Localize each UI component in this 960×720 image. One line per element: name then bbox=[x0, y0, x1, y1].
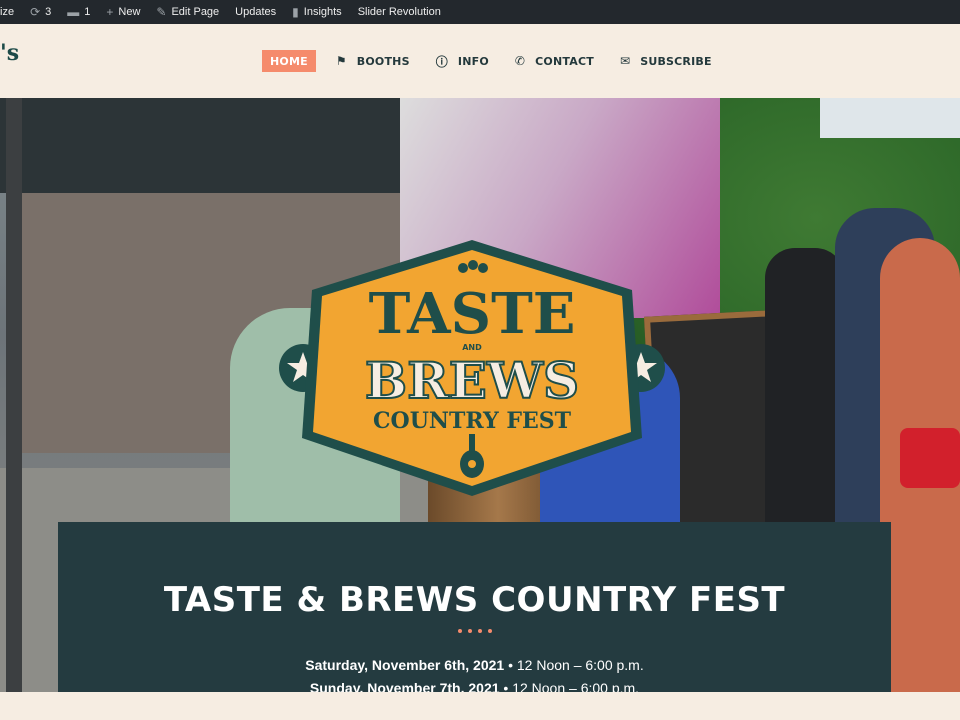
customize-label: ize bbox=[0, 6, 15, 18]
site-logo[interactable]: 's bbox=[0, 40, 19, 66]
comments-counter[interactable]: ▬ 1 bbox=[59, 0, 98, 24]
main-nav: HOME ⚑ BOOTHS ⓘ INFO ✆ CONTACT ✉ SUBSCRI… bbox=[262, 50, 738, 72]
customize-link[interactable]: ize bbox=[0, 0, 22, 24]
nav-info[interactable]: ⓘ INFO bbox=[436, 50, 489, 72]
admin-bar: ize ⟳ 3 ▬ 1 + New ✎ Edit Page Updates ▮ … bbox=[0, 0, 960, 24]
updates-count: 3 bbox=[45, 6, 52, 18]
refresh-icon: ⟳ bbox=[30, 5, 41, 19]
phone-icon: ✆ bbox=[514, 54, 526, 68]
new-content-link[interactable]: + New bbox=[98, 0, 148, 24]
comment-icon: ▬ bbox=[67, 5, 80, 19]
pencil-icon: ✎ bbox=[156, 5, 167, 19]
insights-label: Insights bbox=[303, 6, 342, 18]
nav-contact-label: CONTACT bbox=[535, 54, 594, 68]
logo-taste: TASTE bbox=[369, 281, 576, 347]
nav-booths[interactable]: ⚑ BOOTHS bbox=[336, 50, 410, 72]
logo-brews: BREWS bbox=[365, 351, 579, 410]
slider-revolution-label: Slider Revolution bbox=[357, 6, 441, 18]
site-header: 's HOME ⚑ BOOTHS ⓘ INFO ✆ CONTACT ✉ SUBS… bbox=[0, 24, 960, 98]
nav-subscribe-label: SUBSCRIBE bbox=[640, 54, 712, 68]
updates-link[interactable]: Updates bbox=[227, 0, 284, 24]
new-label: New bbox=[118, 6, 141, 18]
flag-icon: ⚑ bbox=[335, 54, 347, 68]
event-title: TASTE & BREWS COUNTRY FEST bbox=[163, 580, 786, 620]
bar-chart-icon: ▮ bbox=[292, 5, 299, 19]
event-info-panel: TASTE & BREWS COUNTRY FEST Saturday, Nov… bbox=[58, 522, 891, 696]
updates-counter[interactable]: ⟳ 3 bbox=[22, 0, 59, 24]
nav-contact[interactable]: ✆ CONTACT bbox=[515, 50, 594, 72]
hero-photo-sky bbox=[820, 98, 960, 138]
comments-count: 1 bbox=[84, 6, 91, 18]
event-date-1-day: Saturday, November 6th, 2021 bbox=[305, 657, 505, 673]
nav-subscribe[interactable]: ✉ SUBSCRIBE bbox=[620, 50, 712, 72]
slider-revolution-link[interactable]: Slider Revolution bbox=[350, 0, 449, 24]
envelope-icon: ✉ bbox=[619, 54, 631, 68]
hero-photo-pole bbox=[6, 98, 22, 692]
plus-icon: + bbox=[106, 5, 114, 19]
info-icon: ⓘ bbox=[435, 54, 448, 69]
edit-page-link[interactable]: ✎ Edit Page bbox=[148, 0, 227, 24]
nav-info-label: INFO bbox=[457, 54, 489, 68]
event-date-1: Saturday, November 6th, 2021 • 12 Noon –… bbox=[58, 657, 891, 673]
festival-logo: TASTE AND BREWS COUNTRY FEST bbox=[279, 240, 665, 496]
nav-booths-label: BOOTHS bbox=[356, 54, 410, 68]
title-divider-dots bbox=[58, 629, 891, 633]
nav-home[interactable]: HOME bbox=[262, 50, 316, 72]
logo-country-fest: COUNTRY FEST bbox=[373, 408, 572, 434]
event-date-1-time: • 12 Noon – 6:00 p.m. bbox=[504, 657, 644, 673]
page-bottom-band bbox=[0, 692, 960, 720]
nav-home-label: HOME bbox=[270, 54, 308, 68]
hero-photo-tent bbox=[0, 98, 410, 193]
insights-link[interactable]: ▮ Insights bbox=[284, 0, 350, 24]
edit-page-label: Edit Page bbox=[171, 6, 220, 18]
updates-label: Updates bbox=[235, 6, 277, 18]
hero-photo-red-bag bbox=[900, 428, 960, 488]
